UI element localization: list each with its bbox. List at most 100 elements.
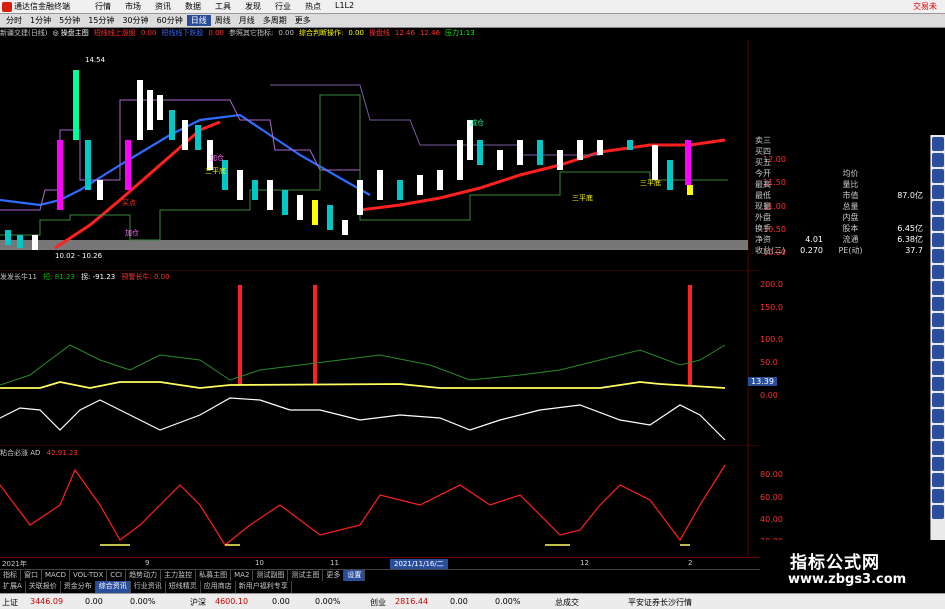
hs-index-label: 沪深 — [190, 598, 206, 607]
side-tool-button[interactable] — [932, 281, 944, 295]
side-tool-button[interactable] — [932, 505, 944, 519]
candle — [497, 150, 503, 170]
period-tab[interactable]: 更多 — [291, 15, 315, 26]
menu-item[interactable]: 市场 — [118, 1, 148, 12]
side-tool-button[interactable] — [932, 377, 944, 391]
period-tab[interactable]: 月线 — [235, 15, 259, 26]
tab-tabs-12[interactable]: 设置 — [344, 570, 366, 581]
sub2-axis-label: 60.00 — [760, 493, 783, 502]
candle — [5, 230, 11, 245]
signal-label: 减 — [566, 270, 573, 271]
side-tool-button[interactable] — [932, 185, 944, 199]
quote-row: 收益(二) 0.270 PE(动) 37.7 — [755, 245, 930, 256]
sub1-axis-label: 150.0 — [760, 303, 783, 312]
period-tab[interactable]: 5分钟 — [55, 15, 84, 26]
menu-item[interactable]: L1L2 — [328, 1, 361, 12]
tab-tabs2-6[interactable]: 应用商店 — [201, 581, 236, 593]
period-tab[interactable]: 周线 — [211, 15, 235, 26]
side-tool-button[interactable] — [932, 361, 944, 375]
quote-key: 均价 — [842, 169, 859, 178]
menu-item[interactable]: 工具 — [208, 1, 238, 12]
quote-key: 量比 — [842, 180, 859, 189]
menu-item[interactable]: 行业 — [268, 1, 298, 12]
legend-item: 0.00 — [208, 29, 224, 37]
period-tab[interactable]: 60分钟 — [153, 15, 187, 26]
tab-tabs-10[interactable]: 测试主图 — [288, 570, 324, 581]
tab-tabs2-0[interactable]: 扩展A — [0, 581, 26, 593]
quote-row: 最高 量比 — [755, 179, 930, 190]
side-tool-button[interactable] — [932, 441, 944, 455]
tab-tabs2-7[interactable]: 新用户福利专享 — [236, 581, 292, 593]
quote-key: 卖三 — [755, 136, 771, 145]
period-tab[interactable]: 多周期 — [259, 15, 291, 26]
menu-item[interactable]: 资讯 — [148, 1, 178, 12]
tab-tabs-6[interactable]: 主力监控 — [161, 570, 197, 581]
quote-key: 买四 — [755, 147, 771, 156]
period-tab[interactable]: 30分钟 — [118, 15, 152, 26]
side-tool-button[interactable] — [932, 345, 944, 359]
candle — [17, 235, 23, 248]
side-tool-button[interactable] — [932, 409, 944, 423]
quote-key: 收益(二) — [755, 246, 786, 255]
period-tab-selected[interactable]: 日线 — [186, 15, 211, 26]
tab-tabs2-5[interactable]: 短线精灵 — [166, 581, 201, 593]
tab-tabs-3[interactable]: VOL-TDX — [70, 570, 108, 581]
menu-item[interactable]: 热点 — [298, 1, 328, 12]
indicator-chart-1[interactable]: 聚明减持涨 — [0, 270, 760, 445]
menu-item[interactable]: 发现 — [238, 1, 268, 12]
kline-chart[interactable]: 14.5410.02 - 10.26加仓加仓买点减仓三平底三平底三平底 — [0, 40, 760, 270]
legend-item: 0.00 — [278, 29, 294, 37]
candle — [652, 145, 658, 180]
side-tool-button[interactable] — [932, 249, 944, 263]
tab-tabs-7[interactable]: 私募主图 — [196, 570, 232, 581]
menu-item[interactable]: 行情 — [88, 1, 118, 12]
side-tool-button[interactable] — [932, 137, 944, 151]
tab-tabs-1[interactable]: 窗口 — [21, 570, 42, 581]
side-tool-button[interactable] — [932, 297, 944, 311]
warning-bar — [238, 285, 242, 385]
period-tab[interactable]: 分时 — [2, 15, 26, 26]
side-tool-button[interactable] — [932, 313, 944, 327]
side-tool-button[interactable] — [932, 329, 944, 343]
quote-key: 换手 — [755, 224, 771, 233]
tab-tabs-4[interactable]: CCI — [107, 570, 127, 581]
period-tab[interactable]: 15分钟 — [84, 15, 118, 26]
reduce-position-label: 减仓 — [470, 118, 484, 127]
three-flat-bottom-label: 三平底 — [205, 166, 226, 175]
side-tool-button[interactable] — [932, 265, 944, 279]
side-tool-button[interactable] — [932, 489, 944, 503]
float-shares: 6.38亿 — [897, 235, 923, 244]
date-label: 12 — [580, 559, 589, 567]
candle — [557, 150, 563, 170]
side-tool-button[interactable] — [932, 217, 944, 231]
period-tab[interactable]: 1分钟 — [26, 15, 55, 26]
add-position-label: 加仓 — [125, 228, 139, 237]
tab-tabs-0[interactable]: 指标 — [0, 570, 21, 581]
quote-row: 今开 均价 — [755, 168, 930, 179]
side-tool-button[interactable] — [932, 473, 944, 487]
side-tool-button[interactable] — [932, 233, 944, 247]
side-tool-button[interactable] — [932, 425, 944, 439]
side-tool-button[interactable] — [932, 169, 944, 183]
legend-item: 压力1:13 — [445, 29, 475, 37]
tab-tabs-11[interactable]: 更多 — [323, 570, 345, 581]
tab-tabs2-4[interactable]: 行业资讯 — [131, 581, 166, 593]
indicator-chart-2[interactable] — [0, 445, 760, 557]
high-price-label: 14.54 — [85, 56, 106, 64]
sub1-axis-label: 50.0 — [760, 358, 778, 367]
side-tool-button[interactable] — [932, 201, 944, 215]
date-label: 9 — [145, 559, 150, 567]
trade-login-button[interactable]: 交易未 — [913, 1, 937, 12]
tab-tabs-9[interactable]: 测试副图 — [253, 570, 289, 581]
tab-tabs2-2[interactable]: 资金分布 — [61, 581, 96, 593]
tab-tabs-8[interactable]: MA2 — [231, 570, 254, 581]
tab-tabs2-3[interactable]: 综合资讯 — [95, 581, 131, 593]
menu-item[interactable]: 数据 — [178, 1, 208, 12]
side-tool-button[interactable] — [932, 393, 944, 407]
total-turnover-label: 总成交 — [555, 598, 579, 607]
side-tool-button[interactable] — [932, 153, 944, 167]
tab-tabs-2[interactable]: MACD — [42, 570, 70, 581]
tab-tabs-5[interactable]: 趋势动力 — [126, 570, 162, 581]
side-tool-button[interactable] — [932, 457, 944, 471]
tab-tabs2-1[interactable]: 关联报价 — [26, 581, 61, 593]
